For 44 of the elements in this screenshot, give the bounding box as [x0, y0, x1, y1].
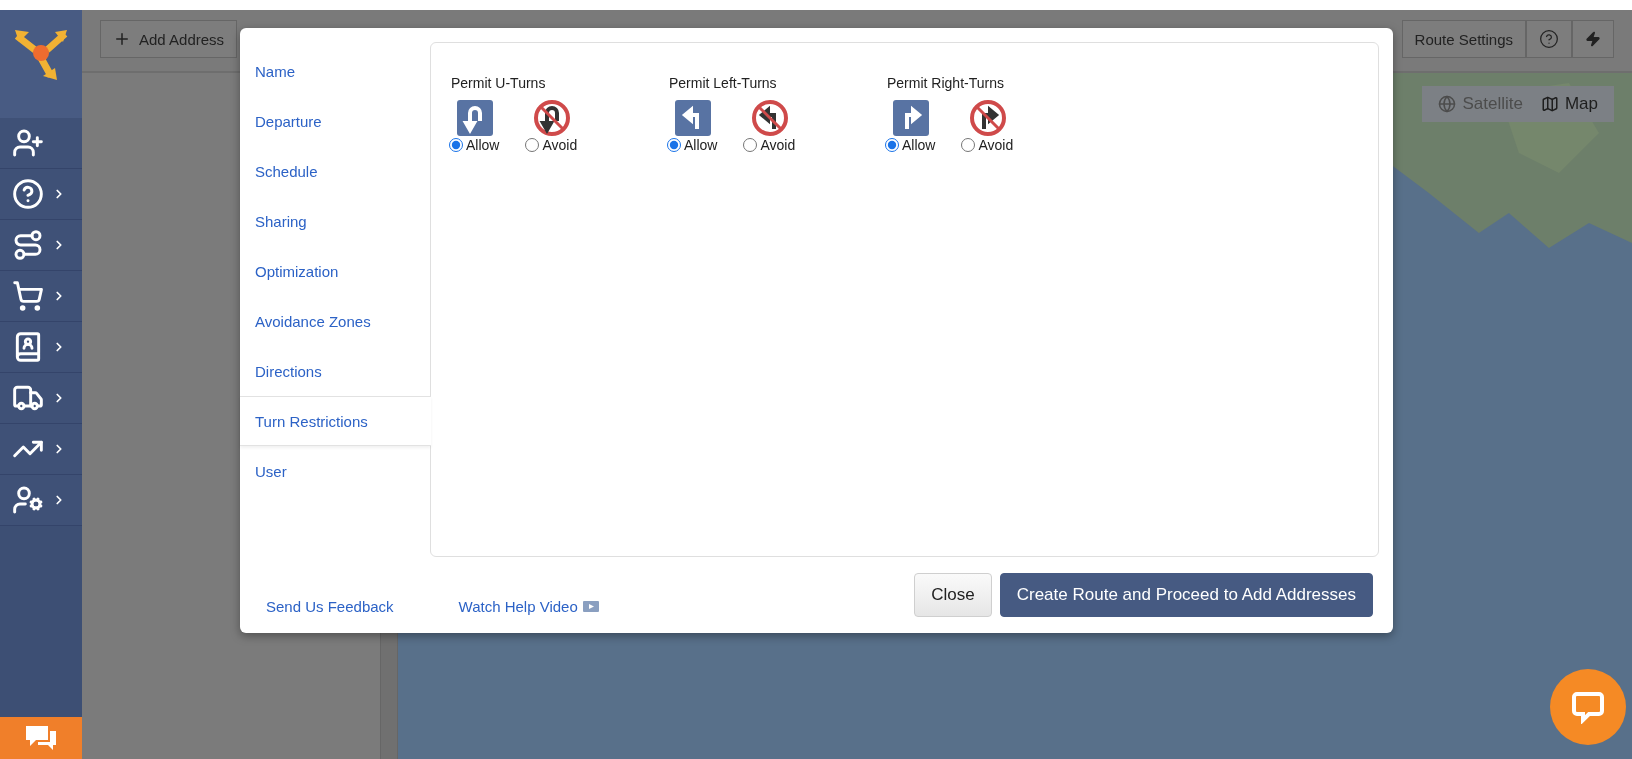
close-button[interactable]: Close: [914, 573, 992, 617]
no-turn-sign-icon: [533, 99, 572, 137]
lightning-button[interactable]: [1572, 20, 1614, 58]
create-route-button[interactable]: Create Route and Proceed to Add Addresses: [999, 573, 1373, 617]
turn-sign-icon: [674, 99, 713, 137]
radio-label: Allow: [684, 137, 718, 153]
lightning-icon: [1585, 31, 1601, 47]
section-title: Permit Left-Turns: [669, 75, 778, 91]
video-icon: [582, 600, 599, 612]
help-button[interactable]: [1526, 20, 1572, 58]
no-turn-sign-icon: [969, 99, 1008, 137]
globe-icon: [1438, 95, 1457, 113]
person-plus-icon: [12, 127, 44, 159]
radio-button[interactable]: [667, 138, 681, 152]
chat-icon: [1571, 690, 1605, 724]
radio-label: Avoid: [760, 137, 796, 153]
radio-label: Avoid: [978, 137, 1014, 153]
route-icon: [12, 229, 44, 261]
route-settings-button[interactable]: Route Settings: [1401, 20, 1526, 58]
footer-link[interactable]: Send Us Feedback: [266, 597, 394, 615]
radio-button[interactable]: [525, 138, 540, 152]
dialog-nav-item[interactable]: Turn Restrictions: [240, 396, 431, 446]
radio-button[interactable]: [743, 138, 758, 152]
cart-icon: [12, 280, 44, 312]
no-turn-sign-icon: [751, 99, 790, 137]
plus-icon: [113, 30, 131, 48]
chat-tab[interactable]: [0, 717, 82, 759]
radio-button[interactable]: [449, 138, 463, 152]
radio-button[interactable]: [961, 138, 976, 152]
add-address-button[interactable]: Add Address: [100, 20, 238, 58]
turn-sign-icon: [892, 99, 931, 137]
radio-label: Avoid: [542, 137, 578, 153]
section-title: Permit U-Turns: [451, 75, 547, 91]
map-icon: [1540, 95, 1559, 113]
radio-label: Allow: [902, 137, 936, 153]
radio-button[interactable]: [885, 138, 899, 152]
radio-label: Allow: [466, 137, 500, 153]
section-title: Permit Right-Turns: [887, 75, 1005, 91]
help-icon: [1539, 29, 1559, 49]
map-type-button[interactable]: Map: [1540, 94, 1598, 114]
footer-link[interactable]: Watch Help Video: [458, 597, 599, 615]
user-gear-icon: [12, 484, 44, 516]
turn-sign-icon: [456, 99, 495, 137]
help-icon: [12, 178, 44, 210]
